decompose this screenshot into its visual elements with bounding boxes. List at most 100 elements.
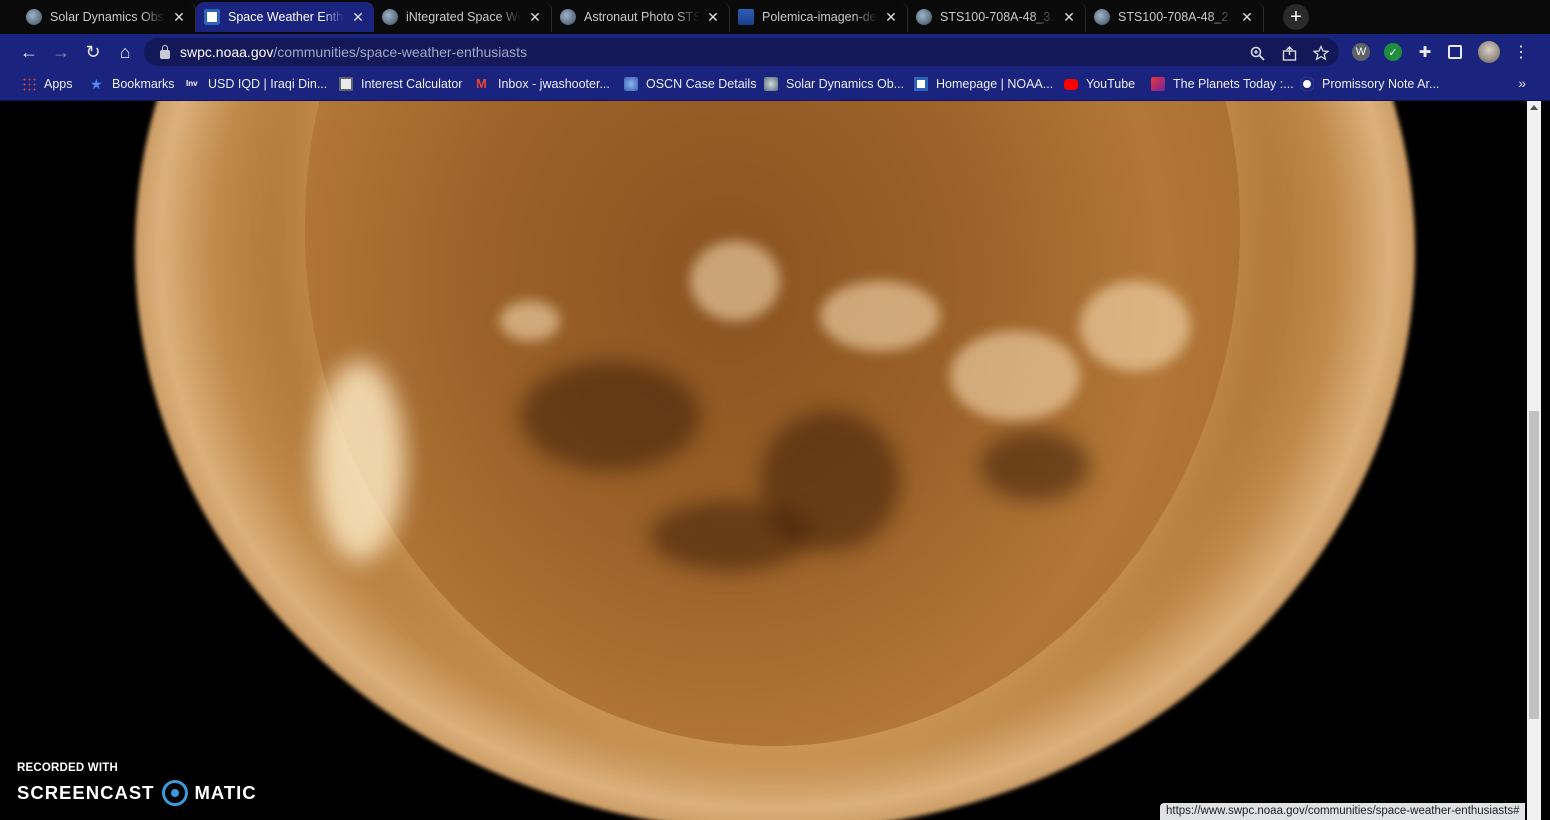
back-button[interactable]: ← <box>18 41 40 63</box>
bookmark-oscn[interactable]: OSCN Case Details <box>624 76 756 92</box>
tab-title: Polemica-imagen-de <box>762 10 877 24</box>
close-icon[interactable]: ✕ <box>350 9 366 26</box>
bookmark-apps[interactable]: Apps <box>22 76 73 92</box>
bookmark-label: Promissory Note Ar... <box>1322 77 1440 91</box>
tab-title: Space Weather Enthusiasts <box>228 10 344 24</box>
puzzle-icon[interactable]: ✚ <box>1416 43 1434 61</box>
tab-integrated-space-weather[interactable]: iNtegrated Space Weather ✕ <box>374 2 552 32</box>
coronal-hole <box>650 501 810 571</box>
calculator-icon <box>339 77 353 91</box>
avatar[interactable] <box>1478 41 1500 63</box>
globe-favicon-icon <box>916 9 932 25</box>
bookmark-planets-today[interactable]: The Planets Today :... <box>1151 76 1294 92</box>
active-region <box>500 301 560 341</box>
bookmark-label: Inbox - jwashooter... <box>498 77 610 91</box>
tab-solar-dynamics[interactable]: Solar Dynamics Observatory ✕ <box>18 2 196 32</box>
tab-title: Astronaut Photo STS100 <box>584 10 699 24</box>
globe-favicon-icon <box>1094 9 1110 25</box>
tab-strip: Solar Dynamics Observatory ✕ Space Weath… <box>0 0 1550 34</box>
active-region <box>690 241 780 321</box>
bookmark-label: Bookmarks <box>112 77 175 91</box>
tab-sts100-48-2[interactable]: STS100-708A-48_2.JPG ✕ <box>1086 2 1264 32</box>
watermark-caption: RECORDED WITH <box>17 762 118 774</box>
bookmark-solar-dynamics[interactable]: Solar Dynamics Ob... <box>764 76 904 92</box>
bookmark-label: Homepage | NOAA... <box>936 77 1054 91</box>
close-icon[interactable]: ✕ <box>1239 9 1255 26</box>
url-text[interactable]: swpc.noaa.gov/communities/space-weather-… <box>180 44 527 60</box>
planets-icon <box>1151 77 1165 91</box>
watermark-logo: SCREENCAST MATIC <box>17 780 257 806</box>
zoom-icon[interactable] <box>1248 44 1266 62</box>
bookmark-star-icon[interactable] <box>1312 44 1330 62</box>
bookmark-label: YouTube <box>1086 77 1136 91</box>
side-panel-icon[interactable] <box>1448 45 1462 59</box>
close-icon[interactable]: ✕ <box>883 9 899 26</box>
coronal-hole <box>980 431 1090 501</box>
active-region <box>950 331 1080 421</box>
close-icon[interactable]: ✕ <box>527 9 543 26</box>
watermark-left: SCREENCAST <box>17 782 155 803</box>
watermark-right: MATIC <box>194 782 257 803</box>
address-bar[interactable]: swpc.noaa.gov/communities/space-weather-… <box>144 38 1339 66</box>
new-tab-button[interactable]: + <box>1283 4 1309 30</box>
extension-w-icon[interactable]: W <box>1352 43 1370 61</box>
reload-button[interactable]: ↻ <box>82 41 104 63</box>
status-url-bubble: https://www.swpc.noaa.gov/communities/sp… <box>1160 803 1526 820</box>
close-icon[interactable]: ✕ <box>171 9 187 26</box>
gmail-icon: M <box>476 76 487 91</box>
bookmark-bookmarks[interactable]: ★ Bookmarks <box>90 76 175 92</box>
tab-title: Solar Dynamics Observatory <box>50 10 165 24</box>
tab-astronaut-photo[interactable]: Astronaut Photo STS100 ✕ <box>552 2 730 32</box>
share-icon[interactable] <box>1280 44 1298 62</box>
satellite-favicon-icon <box>382 9 398 25</box>
star-icon: ★ <box>90 76 103 92</box>
bookmark-youtube[interactable]: YouTube <box>1064 76 1135 92</box>
bookmarks-overflow-button[interactable]: » <box>1518 75 1526 91</box>
home-button[interactable]: ⌂ <box>114 41 136 63</box>
page-content <box>0 101 1527 820</box>
screencast-logo-icon <box>162 780 189 806</box>
sun-image[interactable] <box>0 101 1527 820</box>
vertical-scrollbar[interactable] <box>1527 101 1541 820</box>
bookmark-noaa[interactable]: Homepage | NOAA... <box>914 76 1053 92</box>
sdo-icon <box>764 77 778 91</box>
active-region <box>820 281 940 351</box>
forward-button[interactable]: → <box>50 41 72 63</box>
oscn-icon <box>624 77 638 91</box>
tab-sts100-48-3[interactable]: STS100-708A-48_3.JPG ✕ <box>908 2 1086 32</box>
menu-kebab-icon[interactable]: ⋮ <box>1512 43 1530 61</box>
noaa-icon <box>914 77 928 91</box>
close-icon[interactable]: ✕ <box>1061 9 1077 26</box>
bookmark-interest-calculator[interactable]: Interest Calculator <box>339 76 462 92</box>
globe-favicon-icon <box>560 9 576 25</box>
tab-title: iNtegrated Space Weather <box>406 10 521 24</box>
bookmark-promissory-note[interactable]: Promissory Note Ar... <box>1300 76 1439 92</box>
scroll-up-arrow-icon[interactable] <box>1530 105 1538 110</box>
apps-grid-icon <box>22 77 36 91</box>
tab-polemica-imagen[interactable]: Polemica-imagen-de ✕ <box>730 2 908 32</box>
youtube-icon <box>1064 78 1078 90</box>
bookmarks-bar: Apps ★ Bookmarks Inv USD IQD | Iraqi Din… <box>0 68 1550 101</box>
bookmark-label: The Planets Today :... <box>1173 77 1294 91</box>
image-favicon-icon <box>738 9 754 25</box>
tab-space-weather-enthusiasts[interactable]: Space Weather Enthusiasts ✕ <box>196 2 374 32</box>
url-domain: swpc.noaa.gov <box>180 44 274 60</box>
tab-list: Solar Dynamics Observatory ✕ Space Weath… <box>18 2 1264 32</box>
active-region <box>1080 281 1190 371</box>
close-icon[interactable]: ✕ <box>705 9 721 26</box>
tab-title: STS100-708A-48_3.JPG <box>940 10 1055 24</box>
bookmark-label: Apps <box>44 77 73 91</box>
sdo-favicon-icon <box>26 9 42 25</box>
noaa-favicon-icon <box>204 9 220 25</box>
bookmark-usd-iqd[interactable]: Inv USD IQD | Iraqi Din... <box>186 76 327 92</box>
bookmark-label: Solar Dynamics Ob... <box>786 77 905 91</box>
bookmark-inbox[interactable]: M Inbox - jwashooter... <box>476 76 610 92</box>
tab-title: STS100-708A-48_2.JPG <box>1118 10 1233 24</box>
lock-icon[interactable] <box>160 44 170 59</box>
scroll-thumb[interactable] <box>1529 411 1539 719</box>
screencast-watermark: RECORDED WITH SCREENCAST MATIC <box>17 762 257 806</box>
bookmark-label: Interest Calculator <box>361 77 463 91</box>
coronal-hole <box>520 361 700 471</box>
document-icon <box>1300 77 1314 91</box>
extension-check-icon[interactable]: ✓ <box>1384 43 1402 61</box>
